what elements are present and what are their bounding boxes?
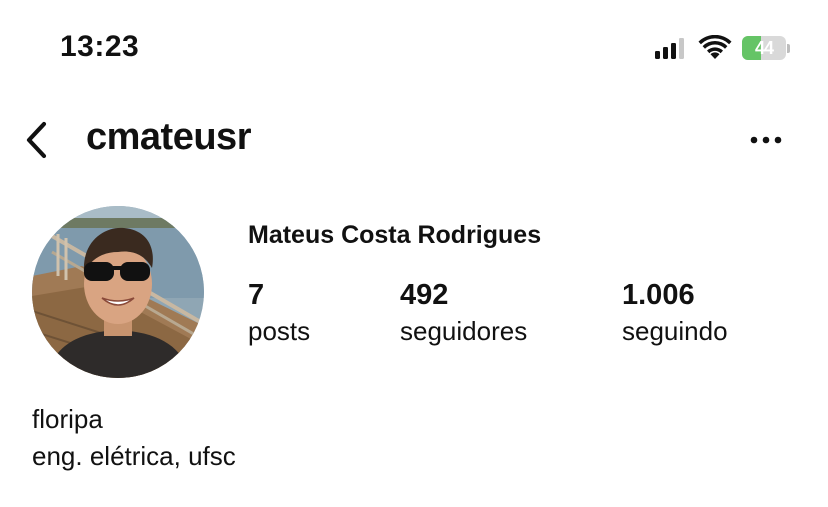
battery-icon: 44 [742, 35, 790, 61]
back-chevron-icon[interactable] [22, 118, 54, 162]
posts-stat[interactable]: 7 posts [248, 278, 310, 348]
wifi-icon [698, 35, 732, 59]
status-icons: 44 [654, 35, 790, 61]
status-time: 13:23 [60, 30, 140, 63]
battery-level: 44 [754, 37, 774, 58]
followers-stat[interactable]: 492 seguidores [400, 278, 527, 348]
avatar[interactable] [32, 206, 204, 378]
bio: floripa eng. elétrica, ufsc [32, 401, 236, 475]
followers-label: seguidores [400, 316, 528, 346]
followers-count: 492 [400, 279, 449, 311]
posts-count: 7 [248, 279, 265, 311]
following-stat[interactable]: 1.006 seguindo [622, 278, 728, 348]
signal-icon [655, 38, 684, 59]
bio-line-location: floripa [32, 404, 103, 434]
username-title: cmateusr [86, 116, 251, 158]
more-options-icon[interactable] [748, 128, 784, 152]
full-name: Mateus Costa Rodrigues [248, 221, 542, 249]
following-count: 1.006 [622, 279, 695, 311]
following-label: seguindo [622, 316, 728, 346]
bio-line-education: eng. elétrica, ufsc [32, 441, 236, 471]
profile-screen: 13:23 44 cmateusr Mateus Costa Rodrigues… [0, 0, 828, 507]
posts-label: posts [248, 316, 311, 346]
